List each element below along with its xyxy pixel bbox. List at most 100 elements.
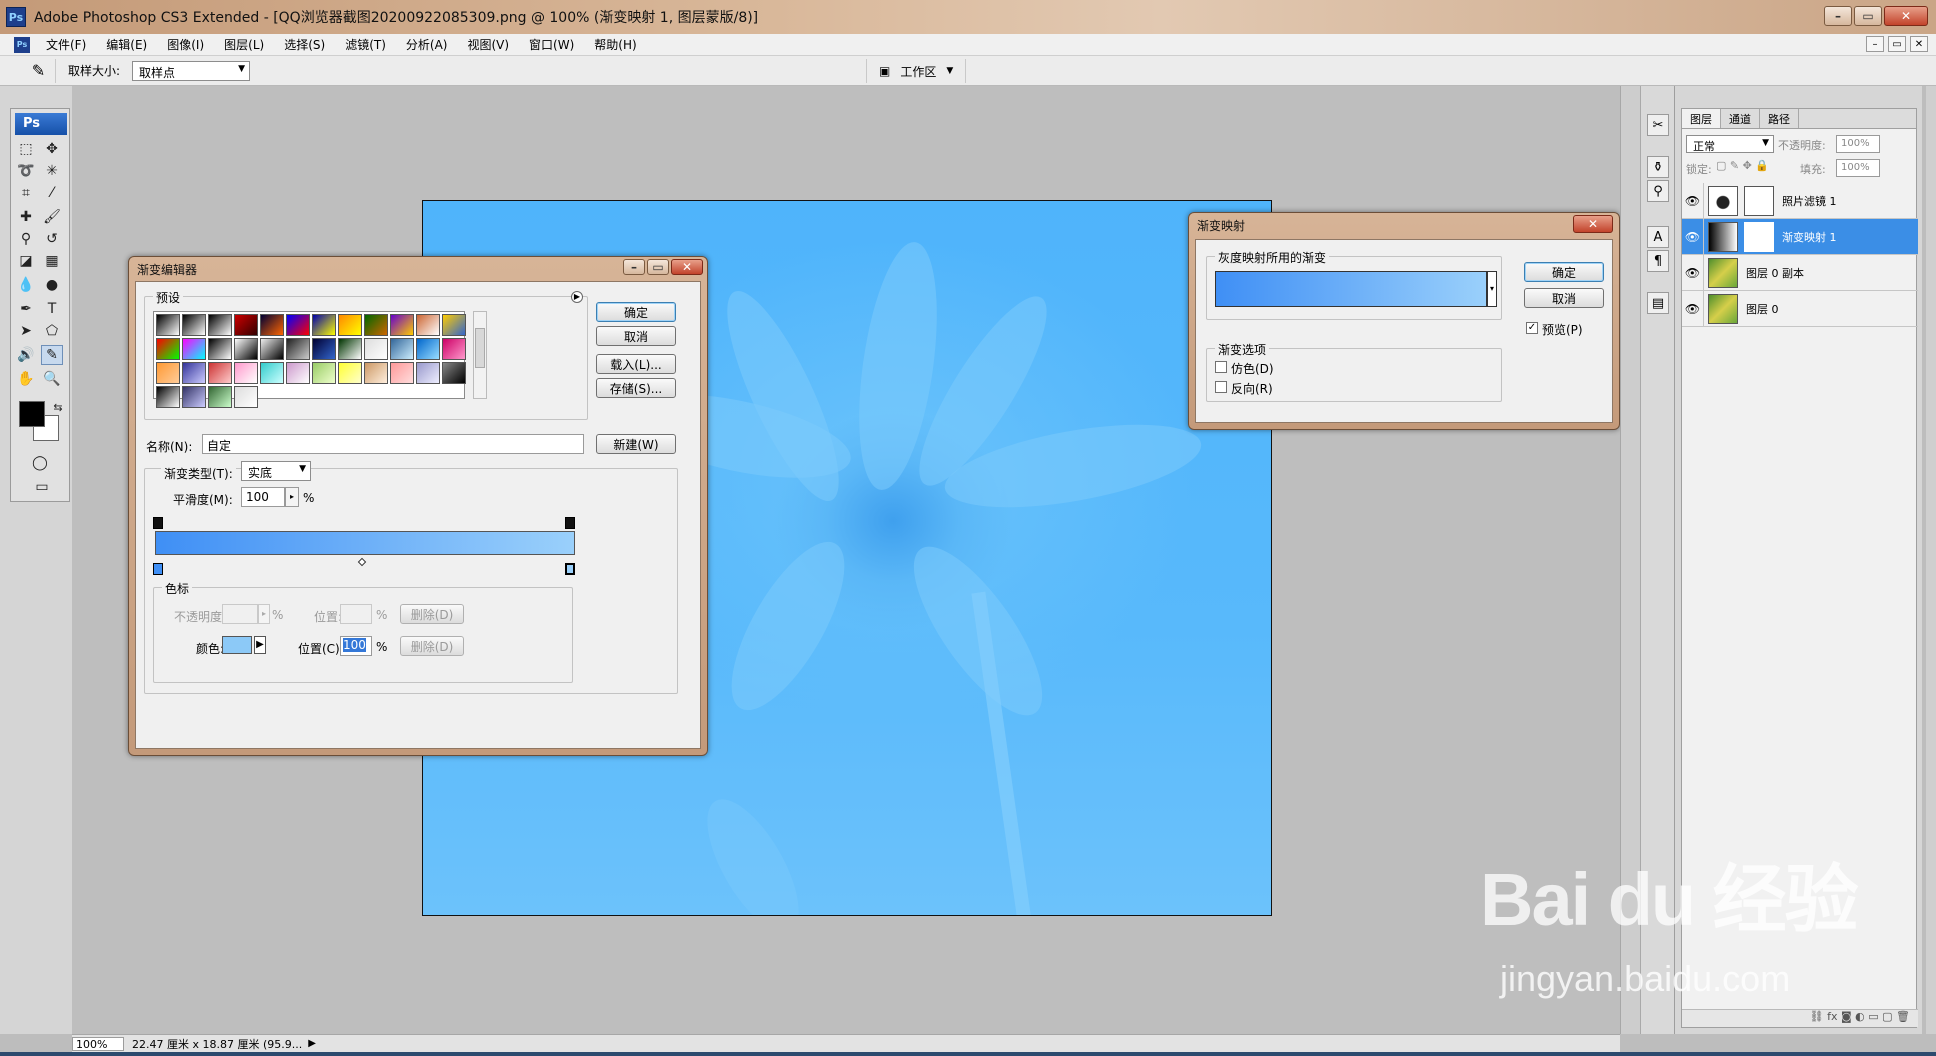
gradient-preset-swatch[interactable] (390, 338, 414, 360)
smoothness-stepper[interactable]: ▸ (285, 487, 299, 507)
delete-color-stop-button[interactable]: 删除(D) (400, 636, 464, 656)
gradient-editor-minimize-button[interactable]: – (623, 259, 645, 275)
pen-tool[interactable]: ✒ (15, 299, 37, 319)
doc-minimize-button[interactable]: – (1866, 36, 1884, 52)
close-button[interactable]: ✕ (1884, 6, 1928, 26)
smoothness-input[interactable]: 100 (241, 487, 285, 507)
gradient-preset-swatch[interactable] (416, 338, 440, 360)
eye-icon[interactable]: 👁 (1682, 182, 1704, 219)
healing-brush-tool[interactable]: ✚ (15, 207, 37, 227)
brushes-icon[interactable]: ⚱ (1647, 156, 1669, 178)
sample-size-select[interactable]: 取样点 ▼ (132, 60, 251, 81)
move-tool[interactable]: ✥ (41, 139, 63, 159)
slice-tool[interactable]: ⁄ (41, 183, 63, 203)
gradient-editor-maximize-button[interactable]: ▭ (647, 259, 669, 275)
gradient-preset-swatch[interactable] (260, 338, 284, 360)
gradient-tool[interactable]: ▦ (41, 251, 63, 271)
gradient-map-cancel-button[interactable]: 取消 (1524, 288, 1604, 308)
tab-paths[interactable]: 路径 (1760, 109, 1799, 128)
gradient-preset-swatch[interactable] (182, 314, 206, 336)
gradient-preset-swatch[interactable] (156, 314, 180, 336)
gradient-preset-swatch[interactable] (234, 386, 258, 408)
eye-icon[interactable]: 👁 (1682, 290, 1704, 327)
foreground-color-swatch[interactable] (19, 401, 45, 427)
eyedropper-tool-preset[interactable]: ✎ (22, 58, 56, 83)
tab-layers[interactable]: 图层 (1682, 109, 1721, 128)
gradient-preset-swatch[interactable] (286, 338, 310, 360)
shape-tool[interactable]: ⬠ (41, 321, 63, 341)
menu-edit[interactable]: 编辑(E) (96, 36, 157, 53)
minimize-button[interactable]: – (1824, 6, 1852, 26)
gradient-preset-swatch[interactable] (442, 362, 466, 384)
gradient-preset-swatch[interactable] (286, 362, 310, 384)
menu-view[interactable]: 视图(V) (457, 36, 519, 53)
tool-presets-icon[interactable]: ⚲ (1647, 180, 1669, 202)
gradient-preset-swatch[interactable] (182, 362, 206, 384)
gradient-preset-swatch[interactable] (260, 314, 284, 336)
layers-footer-buttons[interactable]: ⛓ fx ◙ ◐ ▭ ▢ 🗑 (1682, 1009, 1918, 1027)
hand-tool[interactable]: ✋ (15, 369, 37, 389)
color-stop-right[interactable] (565, 563, 575, 575)
quick-mask-button[interactable]: ◯ (29, 453, 51, 473)
maximize-button[interactable]: ▭ (1854, 6, 1882, 26)
reverse-checkbox[interactable] (1215, 381, 1227, 393)
zoom-tool[interactable]: 🔍 (41, 369, 63, 389)
lasso-tool[interactable]: ➰ (15, 161, 37, 181)
crop-tool[interactable]: ⌗ (15, 183, 37, 203)
gradient-preset-swatch[interactable] (390, 362, 414, 384)
tab-channels[interactable]: 通道 (1721, 109, 1760, 128)
stop-location-input-disabled[interactable] (340, 604, 372, 624)
gradient-preset-swatch[interactable] (338, 338, 362, 360)
stop-opacity-stepper[interactable]: ▸ (258, 604, 270, 624)
menu-filter[interactable]: 滤镜(T) (335, 36, 396, 53)
blur-tool[interactable]: 💧 (15, 275, 37, 295)
brush-tool[interactable]: 🖌 (41, 207, 63, 227)
gradient-preset-swatch[interactable] (208, 362, 232, 384)
gradient-preset-swatch[interactable] (312, 338, 336, 360)
gradient-preset-swatch[interactable] (338, 362, 362, 384)
menu-image[interactable]: 图像(I) (157, 36, 214, 53)
magic-wand-tool[interactable]: ✳ (41, 161, 63, 181)
lock-icons[interactable]: ▢ ✎ ✥ 🔒 (1716, 159, 1769, 172)
notes-tool[interactable]: 🔊 (15, 345, 37, 365)
eye-icon[interactable]: 👁 (1682, 254, 1704, 291)
gradient-preset-swatch[interactable] (156, 362, 180, 384)
paragraph-icon[interactable]: ¶ (1647, 250, 1669, 272)
layer-comps-icon[interactable]: ▤ (1647, 292, 1669, 314)
gradient-preset-swatch[interactable] (338, 314, 362, 336)
dodge-tool[interactable]: ● (41, 275, 63, 295)
presets-menu-icon[interactable]: ▶ (571, 291, 583, 303)
menu-file[interactable]: 文件(F) (36, 36, 96, 53)
clone-stamp-tool[interactable]: ⚲ (15, 229, 37, 249)
gradient-preview-bar[interactable] (155, 531, 575, 555)
gradient-preset-swatch[interactable] (390, 314, 414, 336)
menu-analysis[interactable]: 分析(A) (396, 36, 458, 53)
gradient-preset-swatch[interactable] (234, 362, 258, 384)
gradient-map-ok-button[interactable]: 确定 (1524, 262, 1604, 282)
history-brush-tool[interactable]: ↺ (41, 229, 63, 249)
gradient-preset-swatch[interactable] (208, 386, 232, 408)
gradient-preset-swatch[interactable] (364, 314, 388, 336)
doc-close-button[interactable]: ✕ (1910, 36, 1928, 52)
blend-mode-select[interactable]: 正常 ▼ (1686, 135, 1774, 153)
gradient-new-button[interactable]: 新建(W) (596, 434, 676, 454)
navigator-icon[interactable]: ✂ (1647, 114, 1669, 136)
presets-scrollbar[interactable] (473, 311, 487, 399)
gradient-map-preview[interactable] (1215, 271, 1487, 307)
gradient-editor-ok-button[interactable]: 确定 (596, 302, 676, 322)
presets-scroll-thumb[interactable] (475, 328, 485, 368)
gradient-preset-swatch[interactable] (182, 386, 206, 408)
fill-input[interactable]: 100% (1836, 159, 1880, 177)
stop-location-input[interactable]: 100 (340, 636, 372, 656)
status-menu-icon[interactable]: ▶ (308, 1038, 316, 1049)
layer-row[interactable]: 👁 图层 0 副本 (1682, 254, 1918, 291)
midpoint-marker[interactable] (357, 557, 367, 567)
gradient-preset-swatch[interactable] (312, 314, 336, 336)
gradient-name-input[interactable]: 自定 (202, 434, 584, 454)
gradient-preset-swatch[interactable] (156, 386, 180, 408)
opacity-stop-right[interactable] (565, 517, 575, 529)
menu-help[interactable]: 帮助(H) (584, 36, 646, 53)
stop-opacity-input[interactable] (222, 604, 258, 624)
gradient-preset-swatch[interactable] (442, 338, 466, 360)
gradient-preset-swatch[interactable] (442, 314, 466, 336)
